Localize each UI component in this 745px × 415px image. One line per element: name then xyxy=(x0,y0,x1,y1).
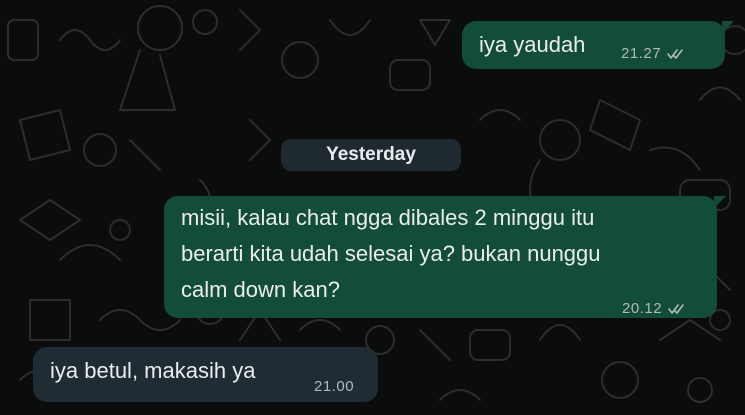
double-check-icon xyxy=(668,304,684,314)
message-meta: 21.00 xyxy=(314,369,354,405)
message-text: iya yaudah xyxy=(479,32,586,57)
message-bubble-outgoing[interactable]: misii, kalau chat ngga dibales 2 minggu … xyxy=(164,196,726,318)
message-line: misii, kalau chat ngga dibales 2 minggu … xyxy=(181,205,595,230)
message-time: 21.00 xyxy=(314,378,355,395)
message-bubble-incoming[interactable]: iya betul, makasih ya 21.00 xyxy=(33,347,378,402)
message-text: iya betul, makasih ya xyxy=(50,358,256,383)
bubble-tail xyxy=(714,196,726,208)
message-line: calm down kan? xyxy=(181,277,340,302)
chat-conversation: iya yaudah 21.27 Yesterday misii, kalau … xyxy=(0,0,745,415)
message-time: 20.12 xyxy=(622,300,663,317)
double-check-icon xyxy=(667,49,683,59)
date-separator: Yesterday xyxy=(281,139,461,171)
message-line: berarti kita udah selesai ya? bukan nung… xyxy=(181,241,601,266)
message-meta: 21.27 xyxy=(621,36,687,72)
message-time: 21.27 xyxy=(621,45,662,62)
message-bubble-outgoing[interactable]: iya yaudah 21.27 xyxy=(462,21,734,72)
message-text: misii, kalau chat ngga dibales 2 minggu … xyxy=(181,200,601,308)
message-meta: 20.12 xyxy=(622,291,688,327)
bubble-tail xyxy=(722,21,734,33)
